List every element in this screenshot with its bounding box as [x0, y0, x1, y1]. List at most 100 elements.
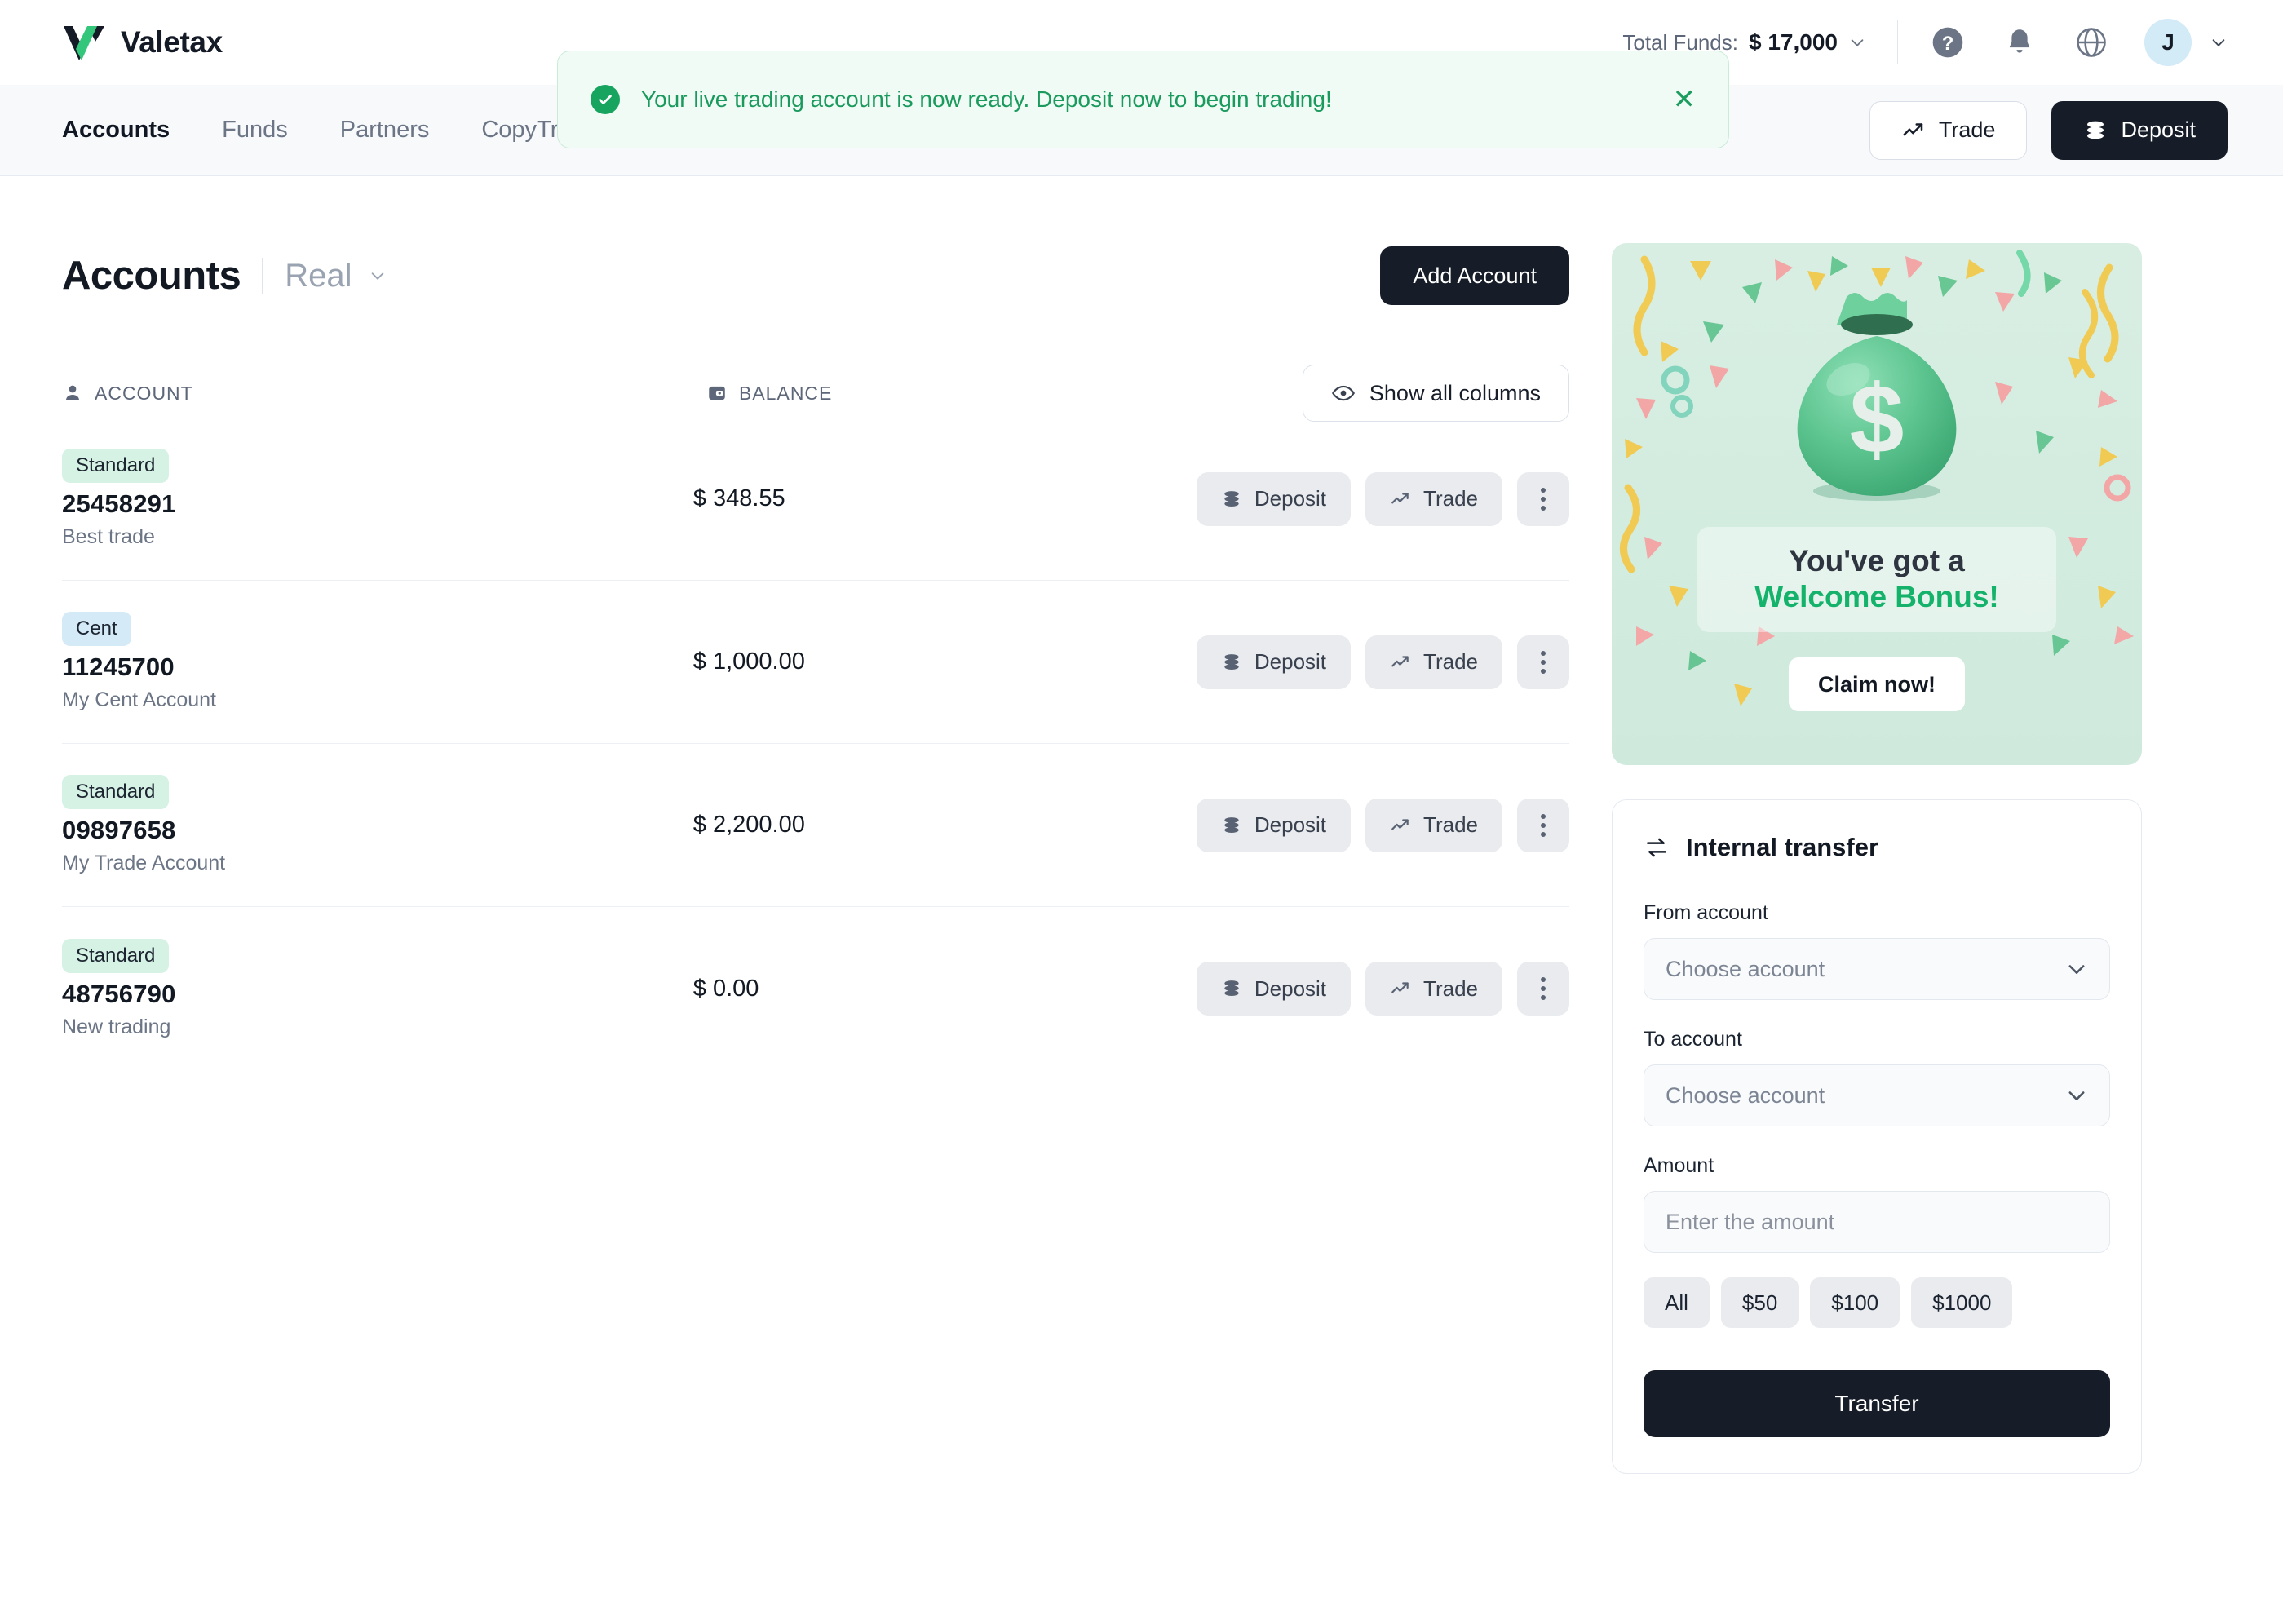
trade-button[interactable]: Trade: [1869, 101, 2028, 160]
transfer-submit-button[interactable]: Transfer: [1644, 1370, 2110, 1437]
from-account-select[interactable]: Choose account: [1644, 938, 2110, 1000]
nav-item-partners[interactable]: Partners: [340, 117, 430, 144]
account-balance: $ 1,000.00: [693, 648, 1197, 675]
account-type-badge: Standard: [62, 939, 169, 973]
avatar-initial: J: [2161, 29, 2175, 55]
account-type-badge: Standard: [62, 449, 169, 483]
row-trade-button[interactable]: Trade: [1365, 962, 1502, 1016]
quick-amount-all[interactable]: All: [1644, 1277, 1710, 1328]
coins-stack-icon: [1221, 978, 1242, 999]
add-account-button[interactable]: Add Account: [1380, 246, 1569, 305]
nav-item-funds[interactable]: Funds: [222, 117, 288, 144]
brand-logo-group[interactable]: Valetax: [62, 24, 223, 61]
row-account-cell: Standard 25458291 Best trade: [62, 449, 693, 549]
row-trade-label: Trade: [1423, 812, 1478, 838]
accounts-table-header: ACCOUNT BALANCE Show all columns: [62, 369, 1569, 418]
quick-amount-1000[interactable]: $1000: [1911, 1277, 2012, 1328]
welcome-bonus-banner[interactable]: $ You've got a Welcome Bonus! Claim now!: [1612, 243, 2142, 765]
to-account-select[interactable]: Choose account: [1644, 1064, 2110, 1126]
column-header-balance: BALANCE: [706, 383, 1220, 405]
account-number: 09897658: [62, 816, 693, 845]
row-more-options-button[interactable]: [1517, 799, 1569, 852]
row-trade-button[interactable]: Trade: [1365, 472, 1502, 526]
total-funds-value: $ 17,000: [1749, 29, 1838, 55]
nav-item-accounts[interactable]: Accounts: [62, 117, 170, 144]
row-more-options-button[interactable]: [1517, 472, 1569, 526]
close-icon[interactable]: ✕: [1673, 86, 1697, 113]
column-header-account: ACCOUNT: [62, 383, 706, 405]
trend-up-icon: [1390, 652, 1411, 673]
valetax-logo-icon: [62, 24, 106, 61]
account-nickname: My Cent Account: [62, 688, 693, 712]
table-row: Standard 25458291 Best trade $ 348.55 De…: [62, 418, 1569, 581]
from-account-label: From account: [1644, 901, 2110, 925]
person-icon: [62, 383, 83, 404]
column-header-balance-label: BALANCE: [739, 383, 832, 405]
show-all-columns-button[interactable]: Show all columns: [1303, 365, 1569, 422]
kebab-menu-icon: [1541, 977, 1546, 1000]
row-account-cell: Cent 11245700 My Cent Account: [62, 612, 693, 712]
deposit-button[interactable]: Deposit: [2051, 101, 2228, 160]
row-actions: Deposit Trade: [1197, 472, 1569, 526]
notification-toast: Your live trading account is now ready. …: [557, 51, 1729, 148]
from-account-value: Choose account: [1666, 957, 1825, 982]
amount-input[interactable]: [1644, 1191, 2110, 1253]
mode-chevron-down-icon[interactable]: [369, 267, 387, 285]
row-actions: Deposit Trade: [1197, 799, 1569, 852]
row-deposit-label: Deposit: [1254, 812, 1326, 838]
row-account-cell: Standard 48756790 New trading: [62, 939, 693, 1039]
trend-up-icon: [1901, 118, 1926, 143]
claim-now-button[interactable]: Claim now!: [1789, 657, 1965, 711]
account-type-badge: Standard: [62, 775, 169, 809]
chevron-down-icon: [1848, 33, 1866, 51]
to-account-label: To account: [1644, 1028, 2110, 1051]
money-bag-illustration: $: [1612, 285, 2142, 506]
column-header-account-label: ACCOUNT: [95, 383, 193, 405]
row-actions: Deposit Trade: [1197, 962, 1569, 1016]
row-actions: Deposit Trade: [1197, 635, 1569, 689]
quick-amount-50[interactable]: $50: [1721, 1277, 1799, 1328]
account-balance: $ 348.55: [693, 485, 1197, 512]
account-mode-label[interactable]: Real: [285, 258, 352, 294]
row-trade-button[interactable]: Trade: [1365, 635, 1502, 689]
title-divider: [262, 258, 263, 294]
quick-amount-100[interactable]: $100: [1810, 1277, 1900, 1328]
transfer-arrows-icon: [1644, 834, 1670, 861]
row-more-options-button[interactable]: [1517, 635, 1569, 689]
svg-text:?: ?: [1942, 33, 1954, 55]
row-trade-button[interactable]: Trade: [1365, 799, 1502, 852]
row-deposit-button[interactable]: Deposit: [1197, 799, 1351, 852]
avatar[interactable]: J: [2144, 19, 2192, 66]
trend-up-icon: [1390, 815, 1411, 836]
globe-icon[interactable]: [2073, 24, 2110, 61]
row-deposit-button[interactable]: Deposit: [1197, 472, 1351, 526]
show-all-columns-label: Show all columns: [1369, 381, 1541, 406]
internal-transfer-card: Internal transfer From account Choose ac…: [1612, 799, 2142, 1474]
row-trade-label: Trade: [1423, 976, 1478, 1002]
page-title: Accounts: [62, 253, 241, 299]
bell-icon[interactable]: [2001, 24, 2038, 61]
kebab-menu-icon: [1541, 814, 1546, 837]
trend-up-icon: [1390, 978, 1411, 999]
account-nickname: New trading: [62, 1016, 693, 1039]
sidebar: $ You've got a Welcome Bonus! Claim now!…: [1612, 176, 2142, 1474]
row-trade-label: Trade: [1423, 486, 1478, 511]
accounts-section: Accounts Real Add Account ACCOUNT: [62, 176, 1612, 1474]
page-body: Accounts Real Add Account ACCOUNT: [0, 176, 2283, 1474]
success-check-icon: [591, 85, 620, 114]
table-row: Standard 48756790 New trading $ 0.00 Dep…: [62, 907, 1569, 1070]
top-bar: Valetax Total Funds: $ 17,000 ?: [0, 0, 2283, 85]
kebab-menu-icon: [1541, 651, 1546, 674]
svg-text:$: $: [1850, 365, 1905, 474]
wallet-icon: [706, 383, 728, 404]
row-deposit-button[interactable]: Deposit: [1197, 962, 1351, 1016]
row-deposit-label: Deposit: [1254, 486, 1326, 511]
row-trade-label: Trade: [1423, 649, 1478, 675]
internal-transfer-title-text: Internal transfer: [1686, 833, 1878, 862]
avatar-chevron-down-icon[interactable]: [2210, 33, 2228, 51]
row-deposit-button[interactable]: Deposit: [1197, 635, 1351, 689]
help-icon[interactable]: ?: [1929, 24, 1967, 61]
promo-line-2: Welcome Bonus!: [1706, 579, 2048, 615]
row-more-options-button[interactable]: [1517, 962, 1569, 1016]
account-number: 11245700: [62, 653, 693, 682]
